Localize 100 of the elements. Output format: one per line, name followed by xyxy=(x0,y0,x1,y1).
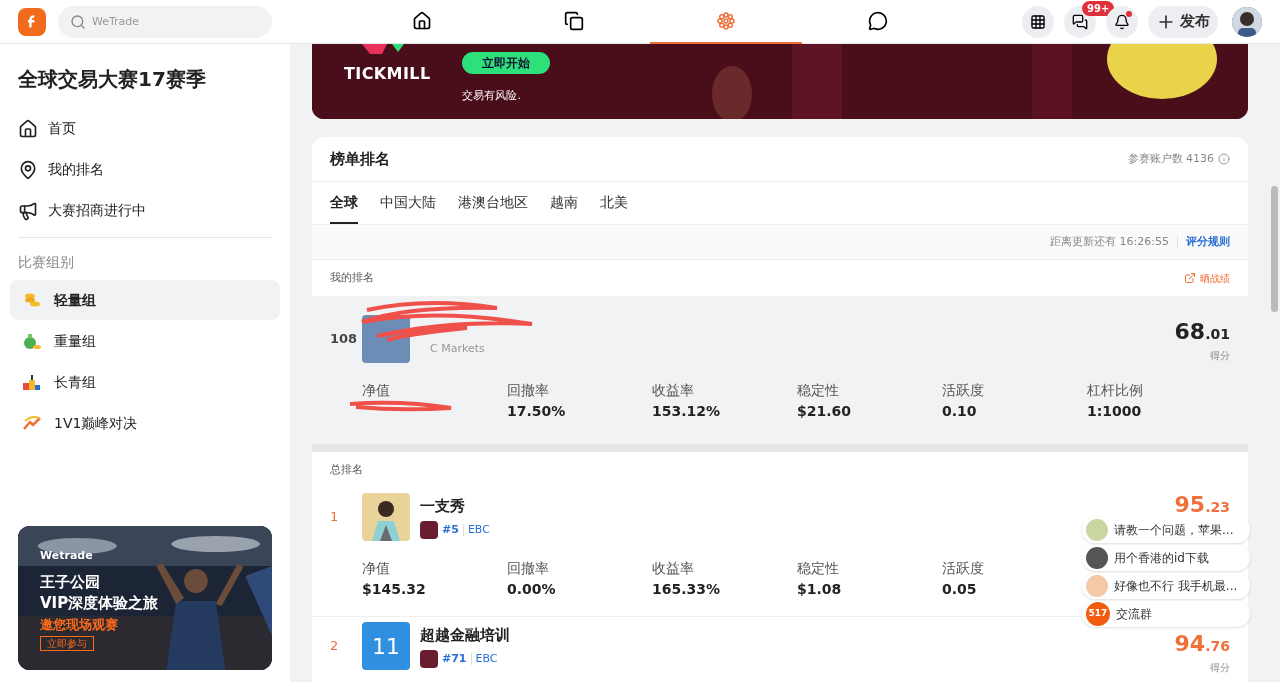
metric-label: 活跃度 xyxy=(942,559,985,578)
metric-label: 收益率 xyxy=(652,381,695,400)
metric-value: $1.08 xyxy=(797,580,843,599)
metric-label: 收益率 xyxy=(652,559,695,578)
promo-headline: 王子公园 xyxy=(40,572,101,592)
metric-label: 稳定性 xyxy=(797,381,840,400)
score: 95.23 xyxy=(1174,491,1230,519)
rank-number: 108 xyxy=(330,330,359,349)
search-field[interactable]: WeTrade xyxy=(58,5,272,38)
info-icon[interactable] xyxy=(1218,153,1230,165)
start-button[interactable]: 立即开始 xyxy=(462,52,551,74)
bell-icon xyxy=(1114,13,1130,30)
metric-value: 17.50% xyxy=(507,402,567,421)
metric-label: 净值 xyxy=(362,381,391,400)
megaphone-icon xyxy=(18,200,38,221)
metric-value: 1:1000 xyxy=(1087,402,1143,421)
metric-label: 回撤率 xyxy=(507,559,550,578)
avatar-icon xyxy=(1086,519,1108,541)
region-tab[interactable]: 港澳台地区 xyxy=(458,182,528,224)
chat-text: 请教一个问题，苹果... xyxy=(1114,522,1234,539)
user-avatar[interactable] xyxy=(1232,6,1262,37)
rank-number: 2 xyxy=(330,637,340,656)
publish-button[interactable]: 发布 xyxy=(1148,5,1218,38)
apps-button[interactable] xyxy=(1022,5,1054,38)
avatar-text: 11 xyxy=(372,632,400,661)
chat-preview[interactable]: 用个香港的id下载 xyxy=(1082,545,1250,571)
promo-tagline: 邀您现场观赛 xyxy=(40,615,119,634)
chat-bubbles-icon xyxy=(1072,13,1088,30)
feed-icon xyxy=(564,10,584,31)
region-tab[interactable]: 中国大陆 xyxy=(380,182,436,224)
sidebar-link[interactable]: 我的排名 xyxy=(10,149,280,190)
share-icon xyxy=(1184,272,1196,284)
section-label: 我的排名 xyxy=(330,269,374,286)
avatar-icon xyxy=(1086,575,1108,597)
section-label: 比赛组别 xyxy=(17,252,75,272)
app-logo[interactable] xyxy=(18,7,46,36)
metric-label: 回撤率 xyxy=(507,381,550,400)
chat-preview[interactable]: 好像也不行 我手机最... xyxy=(1082,573,1250,599)
metric-label: 活跃度 xyxy=(942,381,985,400)
blocks-icon xyxy=(22,372,42,392)
badge-icon xyxy=(420,521,438,540)
metric-value: $145.32 xyxy=(362,580,427,599)
flower-icon xyxy=(716,10,736,31)
group-item[interactable]: 轻量组 xyxy=(10,280,280,320)
contest-title: 全球交易大赛17赛季 xyxy=(17,66,207,93)
score: 94.76 xyxy=(1174,630,1230,658)
group-count-badge: 517 xyxy=(1086,602,1110,626)
brand-logo: TICKMILL xyxy=(344,63,431,85)
search-icon xyxy=(70,13,86,30)
chat-preview[interactable]: 517 交流群 xyxy=(1082,601,1250,627)
metric-value: 165.33% xyxy=(652,580,722,599)
home-icon xyxy=(18,118,38,139)
score-label: 得分 xyxy=(1210,661,1230,675)
ad-banner[interactable]: TICKMILL 立即开始 交易有风险. xyxy=(312,44,1248,119)
metric-value: $21.60 xyxy=(797,402,853,421)
account-count: 参赛账户数 4136 xyxy=(1127,150,1214,167)
chat-preview[interactable]: 请教一个问题，苹果... xyxy=(1082,517,1250,543)
grid-icon xyxy=(1030,13,1046,30)
score: 68.01 xyxy=(1174,318,1230,346)
broker-name: EBC xyxy=(475,651,498,667)
rank-tag: #71 xyxy=(442,651,467,668)
metric-label: 净值 xyxy=(362,559,391,578)
scoring-rules-link[interactable]: 评分规则 xyxy=(1186,233,1230,251)
promo-card[interactable]: Wetrade 王子公园 VIP深度体验之旅 邀您现场观赛 立即参与 xyxy=(18,526,272,670)
metric-label: 稳定性 xyxy=(797,559,840,578)
region-tab[interactable]: 北美 xyxy=(600,182,628,224)
broker-name: C Markets xyxy=(430,340,485,357)
risk-note: 交易有风险. xyxy=(462,88,522,104)
home-icon xyxy=(412,10,432,31)
promo-headline: VIP深度体验之旅 xyxy=(40,593,160,613)
metric-label: 杠杆比例 xyxy=(1087,381,1144,400)
scrollbar[interactable] xyxy=(1271,186,1278,312)
group-item[interactable]: 长青组 xyxy=(10,362,280,402)
metric-value: 0.05 xyxy=(942,580,978,599)
group-item[interactable]: 重量组 xyxy=(10,321,280,361)
sidebar-link[interactable]: 首页 xyxy=(10,108,280,149)
trader-name: 一支秀 xyxy=(420,495,466,517)
sidebar-link[interactable]: 大赛招商进行中 xyxy=(10,190,280,231)
update-countdown: 距离更新还有 16:26:55 xyxy=(1050,233,1169,250)
trader-name: 超越金融培训 xyxy=(420,624,510,646)
promo-brand: Wetrade xyxy=(40,548,94,564)
badge-icon xyxy=(420,650,438,669)
promo-cta[interactable]: 立即参与 xyxy=(40,636,94,651)
group-item[interactable]: 1V1巅峰对决 xyxy=(10,403,280,443)
broker-name: EBC xyxy=(467,522,490,538)
section-label: 总排名 xyxy=(330,461,363,478)
metric-value: 0.10 xyxy=(942,402,978,421)
region-tab[interactable]: 越南 xyxy=(550,182,578,224)
avatar-icon xyxy=(1086,547,1108,569)
rank-tag: #5 xyxy=(442,522,459,539)
rank-number: 1 xyxy=(330,508,340,527)
metric-value: 153.12% xyxy=(652,402,722,421)
chat-text: 用个香港的id下载 xyxy=(1114,550,1209,567)
chat-text: 好像也不行 我手机最... xyxy=(1114,578,1238,595)
score-label: 得分 xyxy=(1210,349,1230,363)
chat-text: 交流群 xyxy=(1116,606,1152,623)
money-bag-icon xyxy=(22,331,42,351)
metric-value: 0.00% xyxy=(507,580,557,599)
chat-icon xyxy=(868,10,888,31)
board-title: 榜单排名 xyxy=(330,148,390,170)
